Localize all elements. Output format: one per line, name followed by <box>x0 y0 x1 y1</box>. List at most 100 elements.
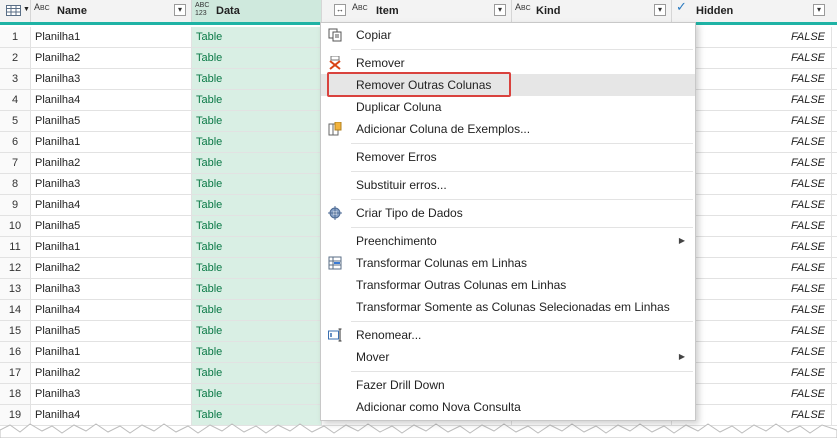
cell-hidden[interactable]: FALSE <box>672 321 832 341</box>
cell-data[interactable]: Table <box>192 363 322 383</box>
row-number: 10 <box>0 216 31 236</box>
cell-name[interactable]: Planilha2 <box>31 48 192 68</box>
text-type-icon: ABC <box>34 3 50 13</box>
row-number: 15 <box>0 321 31 341</box>
cell-hidden[interactable]: FALSE <box>672 27 832 47</box>
menu-item-remover-erros[interactable]: Remover Erros <box>321 146 695 168</box>
menu-item-substituir-erros[interactable]: Substituir erros... <box>321 174 695 196</box>
cell-hidden[interactable]: FALSE <box>672 300 832 320</box>
cell-data[interactable]: Table <box>192 90 322 110</box>
type-label: BC <box>40 5 50 12</box>
cell-name[interactable]: Planilha4 <box>31 300 192 320</box>
menu-divider <box>351 199 693 200</box>
cell-data[interactable]: Table <box>192 174 322 194</box>
filter-dropdown-icon[interactable]: ▾ <box>174 4 186 16</box>
filter-dropdown-icon[interactable]: ▾ <box>654 4 666 16</box>
menu-item-transformar-outras-colunas[interactable]: Transformar Outras Colunas em Linhas <box>321 274 695 296</box>
column-header-name[interactable]: ABC Name ▾ <box>31 0 192 22</box>
menu-item-duplicar-coluna[interactable]: Duplicar Coluna <box>321 96 695 118</box>
cell-hidden[interactable]: FALSE <box>672 363 832 383</box>
cell-hidden[interactable]: FALSE <box>672 153 832 173</box>
menu-divider <box>351 227 693 228</box>
type-label: BC <box>521 5 531 12</box>
cell-name[interactable]: Planilha1 <box>31 132 192 152</box>
cell-hidden[interactable]: FALSE <box>672 174 832 194</box>
cell-data[interactable]: Table <box>192 132 322 152</box>
cell-name[interactable]: Planilha1 <box>31 237 192 257</box>
cell-hidden[interactable]: FALSE <box>672 132 832 152</box>
menu-item-adicionar-nova-consulta[interactable]: Adicionar como Nova Consulta <box>321 396 695 418</box>
column-title: Hidden <box>696 5 734 17</box>
cell-name[interactable]: Planilha1 <box>31 27 192 47</box>
cell-hidden[interactable]: FALSE <box>672 195 832 215</box>
any-type-icon: ABC 123 <box>195 2 209 18</box>
cell-name[interactable]: Planilha3 <box>31 174 192 194</box>
cell-data[interactable]: Table <box>192 258 322 278</box>
column-title: Name <box>57 5 87 17</box>
column-title: Item <box>376 5 399 17</box>
cell-name[interactable]: Planilha5 <box>31 321 192 341</box>
cell-name[interactable]: Planilha3 <box>31 69 192 89</box>
cell-data[interactable]: Table <box>192 111 322 131</box>
menu-item-adicionar-coluna-exemplos[interactable]: Adicionar Coluna de Exemplos... <box>321 118 695 140</box>
column-header-data[interactable]: ABC 123 Data ↔ <box>192 0 346 22</box>
cell-hidden[interactable]: FALSE <box>672 342 832 362</box>
cell-name[interactable]: Planilha4 <box>31 195 192 215</box>
filter-dropdown-icon[interactable]: ▾ <box>494 4 506 16</box>
cell-data[interactable]: Table <box>192 153 322 173</box>
menu-item-fazer-drill-down[interactable]: Fazer Drill Down <box>321 374 695 396</box>
menu-item-label: Transformar Colunas em Linhas <box>356 256 527 270</box>
column-header-item[interactable]: ABC Item ▾ <box>322 0 512 22</box>
cell-data[interactable]: Table <box>192 300 322 320</box>
cell-data[interactable]: Table <box>192 27 322 47</box>
menu-item-remover[interactable]: Remover <box>321 52 695 74</box>
row-number: 12 <box>0 258 31 278</box>
cell-hidden[interactable]: FALSE <box>672 69 832 89</box>
menu-item-copiar[interactable]: Copiar <box>321 24 695 46</box>
cell-data[interactable]: Table <box>192 69 322 89</box>
cell-name[interactable]: Planilha5 <box>31 111 192 131</box>
cell-data[interactable]: Table <box>192 216 322 236</box>
cell-name[interactable]: Planilha4 <box>31 90 192 110</box>
menu-item-mover[interactable]: Mover ▶ <box>321 346 695 368</box>
menu-item-criar-tipo-dados[interactable]: Criar Tipo de Dados <box>321 202 695 224</box>
column-header-hidden[interactable]: ✓ Hidden ▾ <box>672 0 837 22</box>
cell-name[interactable]: Planilha2 <box>31 258 192 278</box>
table-menu-button[interactable]: ▼ <box>0 0 31 22</box>
menu-item-label: Adicionar como Nova Consulta <box>356 400 521 414</box>
cell-hidden[interactable]: FALSE <box>672 279 832 299</box>
cell-hidden[interactable]: FALSE <box>672 111 832 131</box>
cell-hidden[interactable]: FALSE <box>672 48 832 68</box>
column-header-kind[interactable]: ABC Kind ▾ <box>512 0 672 22</box>
highlight-annotation <box>327 72 511 97</box>
cell-hidden[interactable]: FALSE <box>672 384 832 404</box>
cell-data[interactable]: Table <box>192 195 322 215</box>
cell-data[interactable]: Table <box>192 48 322 68</box>
type-label: BC <box>358 5 368 12</box>
cell-name[interactable]: Planilha2 <box>31 363 192 383</box>
cell-name[interactable]: Planilha3 <box>31 384 192 404</box>
cell-hidden[interactable]: FALSE <box>672 237 832 257</box>
cell-data[interactable]: Table <box>192 342 322 362</box>
cell-name[interactable]: Planilha1 <box>31 342 192 362</box>
type-label: ABC <box>195 2 210 9</box>
cell-name[interactable]: Planilha3 <box>31 279 192 299</box>
menu-item-renomear[interactable]: Renomear... <box>321 324 695 346</box>
cell-name[interactable]: Planilha5 <box>31 216 192 236</box>
cell-data[interactable]: Table <box>192 321 322 341</box>
cell-data[interactable]: Table <box>192 279 322 299</box>
cell-data[interactable]: Table <box>192 384 322 404</box>
cell-hidden[interactable]: FALSE <box>672 90 832 110</box>
row-number: 16 <box>0 342 31 362</box>
menu-item-preenchimento[interactable]: Preenchimento ▶ <box>321 230 695 252</box>
filter-dropdown-icon[interactable]: ▾ <box>813 4 825 16</box>
cell-hidden[interactable]: FALSE <box>672 216 832 236</box>
copy-icon <box>327 28 343 42</box>
menu-item-transformar-colunas-em-linhas[interactable]: Transformar Colunas em Linhas <box>321 252 695 274</box>
menu-item-transformar-somente-selecionadas[interactable]: Transformar Somente as Colunas Seleciona… <box>321 296 695 318</box>
cell-hidden[interactable]: FALSE <box>672 258 832 278</box>
cell-name[interactable]: Planilha2 <box>31 153 192 173</box>
row-number: 7 <box>0 153 31 173</box>
menu-item-label: Substituir erros... <box>356 178 447 192</box>
cell-data[interactable]: Table <box>192 237 322 257</box>
